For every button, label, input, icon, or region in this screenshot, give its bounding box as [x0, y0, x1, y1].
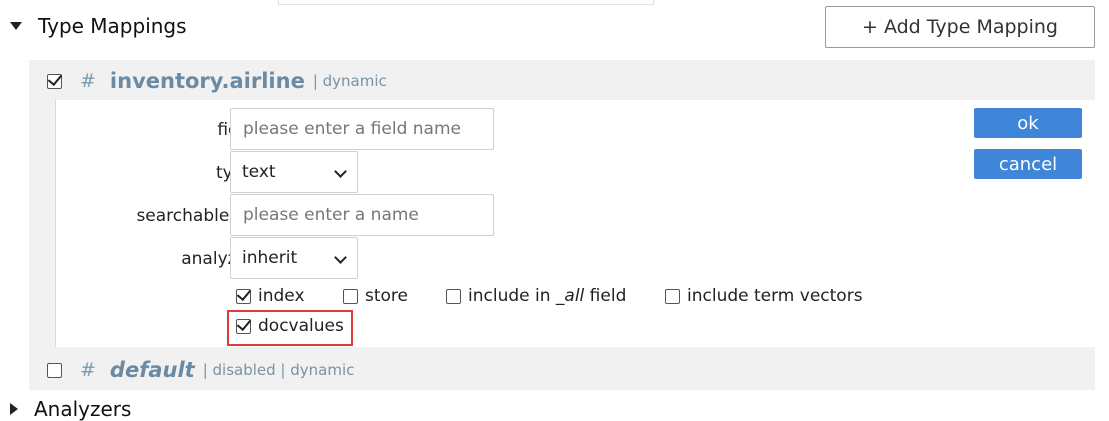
include-term-vectors-option-label: include term vectors: [687, 286, 863, 306]
store-checkbox[interactable]: [343, 288, 358, 304]
index-checkbox[interactable]: [236, 288, 251, 304]
include-in-all-checkbox[interactable]: [446, 288, 461, 304]
analyzer-select-value: inherit: [242, 248, 298, 268]
type-label: type: [84, 163, 254, 183]
mapping-header-default: # default | disabled | dynamic: [29, 350, 1095, 390]
include-term-vectors-checkbox[interactable]: [665, 288, 680, 304]
docvalues-highlight-box: [227, 310, 353, 346]
caret-right-icon[interactable]: [10, 403, 18, 415]
field-label: field: [84, 120, 254, 140]
type-select-value: text: [242, 162, 276, 182]
searchable-as-label: searchable as: [136, 206, 254, 226]
cancel-button[interactable]: cancel: [974, 149, 1082, 179]
hash-icon: #: [80, 359, 96, 381]
default-mapping-meta: | disabled | dynamic: [202, 361, 355, 379]
analyzers-header[interactable]: Analyzers: [10, 397, 132, 421]
mapping-meta: | dynamic: [312, 72, 387, 90]
chevron-down-icon: [334, 165, 347, 178]
type-select[interactable]: text: [230, 151, 358, 193]
analyzer-label: analyzer: [181, 249, 254, 269]
store-option[interactable]: store: [343, 286, 408, 306]
mapping-name[interactable]: inventory.airline: [110, 69, 305, 93]
index-option-label: index: [258, 286, 305, 306]
field-editor: field type text searchable as analyzer i…: [55, 100, 1095, 347]
mapping-header-inventory-airline: # inventory.airline | dynamic: [29, 60, 1095, 102]
include-in-all-option[interactable]: include in _all field: [446, 286, 626, 306]
index-option[interactable]: index: [236, 286, 305, 306]
default-mapping-checkbox[interactable]: [47, 362, 62, 378]
analyzer-select[interactable]: inherit: [230, 237, 358, 279]
type-mappings-panel: # inventory.airline | dynamic field type…: [29, 60, 1095, 390]
hash-icon: #: [80, 70, 96, 92]
store-option-label: store: [365, 286, 408, 306]
add-type-mapping-button[interactable]: + Add Type Mapping: [825, 6, 1095, 48]
field-name-input[interactable]: [230, 108, 494, 150]
upper-panel-fragment: [278, 0, 654, 5]
analyzers-title: Analyzers: [34, 397, 132, 421]
searchable-as-input[interactable]: [230, 194, 494, 236]
type-mappings-header[interactable]: Type Mappings: [10, 12, 187, 40]
include-term-vectors-option[interactable]: include term vectors: [665, 286, 863, 306]
mapping-enabled-checkbox[interactable]: [47, 73, 62, 89]
ok-button[interactable]: ok: [974, 108, 1082, 138]
section-title: Type Mappings: [38, 14, 187, 38]
default-mapping-name[interactable]: default: [110, 358, 195, 382]
chevron-down-icon: [334, 251, 347, 264]
include-in-all-option-label: include in _all field: [468, 286, 627, 306]
caret-down-icon[interactable]: [10, 22, 22, 30]
